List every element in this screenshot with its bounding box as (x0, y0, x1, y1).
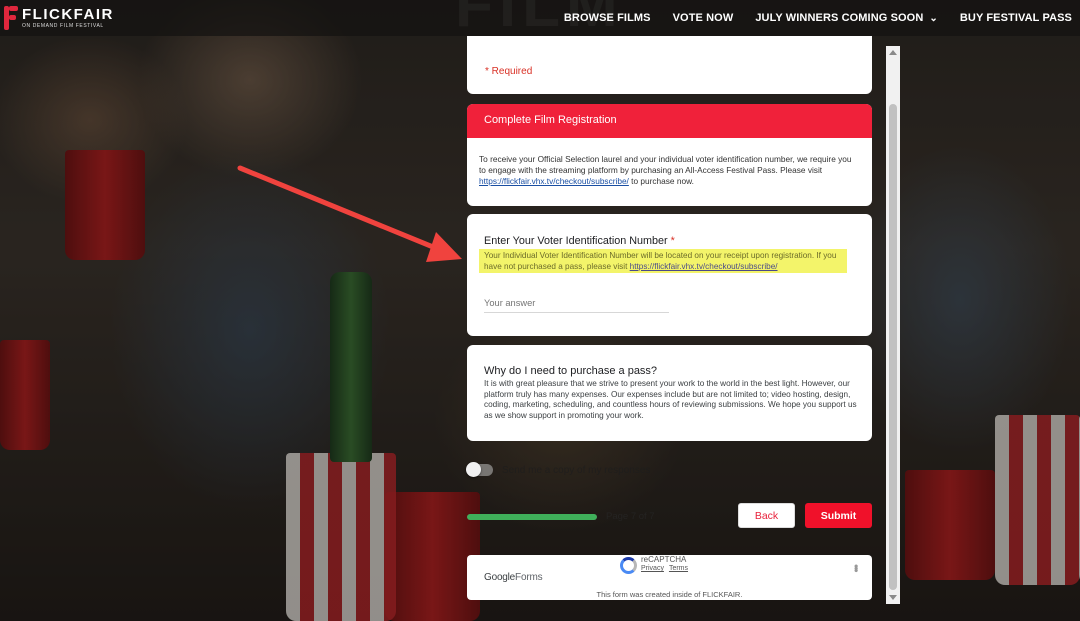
voter-id-question: Enter Your Voter Identification Number *… (467, 214, 872, 336)
recaptcha-label: reCAPTCHA (641, 555, 687, 564)
back-button[interactable]: Back (738, 503, 795, 528)
send-copy-row: Send me a copy of my responses (466, 462, 651, 477)
send-copy-label: Send me a copy of my responses (502, 464, 651, 476)
google-forms-logo[interactable]: GoogleForms (484, 572, 543, 583)
send-copy-toggle[interactable] (466, 462, 493, 477)
created-note: This form was created inside of FLICKFAI… (596, 590, 743, 599)
form-footer: GoogleForms reCAPTCHA Privacy Terms ••• … (467, 555, 872, 600)
brand-logo[interactable]: FLICKFAIR ON DEMAND FILM FESTIVAL (4, 6, 114, 30)
toggle-knob (466, 462, 481, 477)
nav-july-winners[interactable]: JULY WINNERS COMING SOON ⌄ (755, 12, 938, 24)
nav-buy-festival-pass[interactable]: BUY FESTIVAL PASS (960, 12, 1072, 24)
nav-browse-films[interactable]: BROWSE FILMS (564, 12, 651, 24)
registration-header: Complete Film Registration (467, 104, 872, 138)
registration-body: To receive your Official Selection laure… (479, 154, 852, 186)
page-indicator: Page 7 of 7 (606, 511, 655, 522)
top-navbar: FLICKFAIR ON DEMAND FILM FESTIVAL BROWSE… (0, 0, 1080, 36)
chevron-down-icon: ⌄ (929, 12, 938, 24)
why-purchase-card: Why do I need to purchase a pass? It is … (467, 345, 872, 441)
nav-menu: BROWSE FILMS VOTE NOW JULY WINNERS COMIN… (564, 12, 1072, 24)
recaptcha-badge: reCAPTCHA Privacy Terms (620, 555, 688, 574)
progress-bar (467, 513, 597, 520)
nav-vote-now[interactable]: VOTE NOW (673, 12, 734, 24)
registration-card: Complete Film Registration To receive yo… (467, 104, 872, 206)
scroll-down-icon[interactable] (889, 595, 897, 600)
required-asterisk: * (670, 235, 675, 247)
scroll-up-icon[interactable] (889, 50, 897, 55)
scrollbar-thumb[interactable] (889, 104, 897, 590)
brand-name: FLICKFAIR (22, 6, 114, 23)
why-body: It is with great pleasure that we strive… (484, 379, 857, 420)
form-header-card: * Required (467, 36, 872, 94)
submit-button[interactable]: Submit (805, 503, 872, 528)
question-title: Enter Your Voter Identification Number * (484, 235, 675, 247)
more-options-icon[interactable]: ••• (849, 564, 863, 571)
brand-tagline: ON DEMAND FILM FESTIVAL (22, 23, 104, 29)
checkout-link[interactable]: https://flickfair.vhx.tv/checkout/subscr… (479, 176, 629, 186)
recaptcha-icon (620, 557, 637, 574)
progress-row: Page 7 of 7 (467, 511, 655, 522)
form-scrollbar[interactable] (886, 46, 900, 604)
why-title: Why do I need to purchase a pass? (484, 365, 658, 377)
privacy-link[interactable]: Privacy (641, 565, 664, 572)
logo-mark-icon (4, 6, 18, 30)
required-note: * Required (485, 66, 533, 77)
terms-link[interactable]: Terms (669, 565, 688, 572)
voter-id-help-text: Your Individual Voter Identification Num… (479, 249, 847, 273)
checkout-link[interactable]: https://flickfair.vhx.tv/checkout/subscr… (630, 262, 778, 271)
progress-fill (467, 513, 597, 520)
voter-id-input[interactable] (484, 297, 669, 313)
